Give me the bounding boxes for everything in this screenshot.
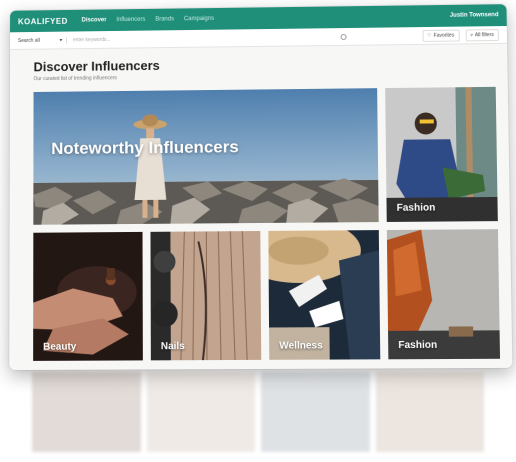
heart-icon: ♡ xyxy=(427,32,432,38)
category-select-value: Search all xyxy=(18,37,40,43)
user-menu[interactable]: Justin Townsend xyxy=(450,12,499,19)
reflection-block xyxy=(261,372,370,452)
nav-link-influencers[interactable]: Influencers xyxy=(116,17,145,23)
reflection-block xyxy=(32,372,141,452)
category-select[interactable]: Search all ▾ xyxy=(18,37,67,44)
nav-links: Discover Influencers Brands Campaigns xyxy=(82,13,450,24)
app-window: KOALIFYED Discover Influencers Brands Ca… xyxy=(9,4,512,370)
nails-tile-label: Nails xyxy=(161,341,185,352)
filters-button-label: All filters xyxy=(475,32,494,38)
nav-link-campaigns[interactable]: Campaigns xyxy=(184,16,214,22)
category-grid: Noteworthy Influencers Fashion Beauty Na… xyxy=(33,87,490,361)
search-icon[interactable] xyxy=(340,33,346,39)
chevron-down-icon: ▾ xyxy=(60,37,62,43)
nav-link-brands[interactable]: Brands xyxy=(155,16,174,22)
search-input[interactable]: enter keywords... xyxy=(73,33,416,43)
reflection-block xyxy=(376,372,485,452)
tile-nails[interactable]: Nails xyxy=(150,231,261,360)
tile-beauty[interactable]: Beauty xyxy=(33,232,143,361)
favorites-button[interactable]: ♡ Favorites xyxy=(422,29,459,41)
tile-wellness[interactable]: Wellness xyxy=(268,230,380,360)
hero-tile-label: Noteworthy Influencers xyxy=(51,137,239,159)
fashion-photo xyxy=(385,87,498,222)
tile-fashion-bottom[interactable]: Fashion xyxy=(387,229,500,359)
main-content: Discover Influencers Our curated list of… xyxy=(9,44,512,361)
mirror-reflection xyxy=(14,372,502,452)
reflection-block xyxy=(147,372,256,452)
fashion-tile-label: Fashion xyxy=(397,203,436,214)
beauty-tile-label: Beauty xyxy=(43,342,76,353)
filter-icon: ▿ xyxy=(470,32,473,38)
favorites-button-label: Favorites xyxy=(434,32,455,38)
filters-button[interactable]: ▿ All filters xyxy=(465,29,499,41)
reflection-row xyxy=(14,372,502,452)
app-logo[interactable]: KOALIFYED xyxy=(18,16,68,25)
screenshot-stage: KOALIFYED Discover Influencers Brands Ca… xyxy=(0,0,516,462)
tile-noteworthy-influencers[interactable]: Noteworthy Influencers xyxy=(33,88,378,225)
nav-link-discover[interactable]: Discover xyxy=(82,17,107,23)
tile-fashion-top[interactable]: Fashion xyxy=(385,87,498,222)
fashion-bottom-tile-label: Fashion xyxy=(398,340,437,351)
search-placeholder: enter keywords... xyxy=(73,36,111,42)
wellness-tile-label: Wellness xyxy=(279,340,323,351)
